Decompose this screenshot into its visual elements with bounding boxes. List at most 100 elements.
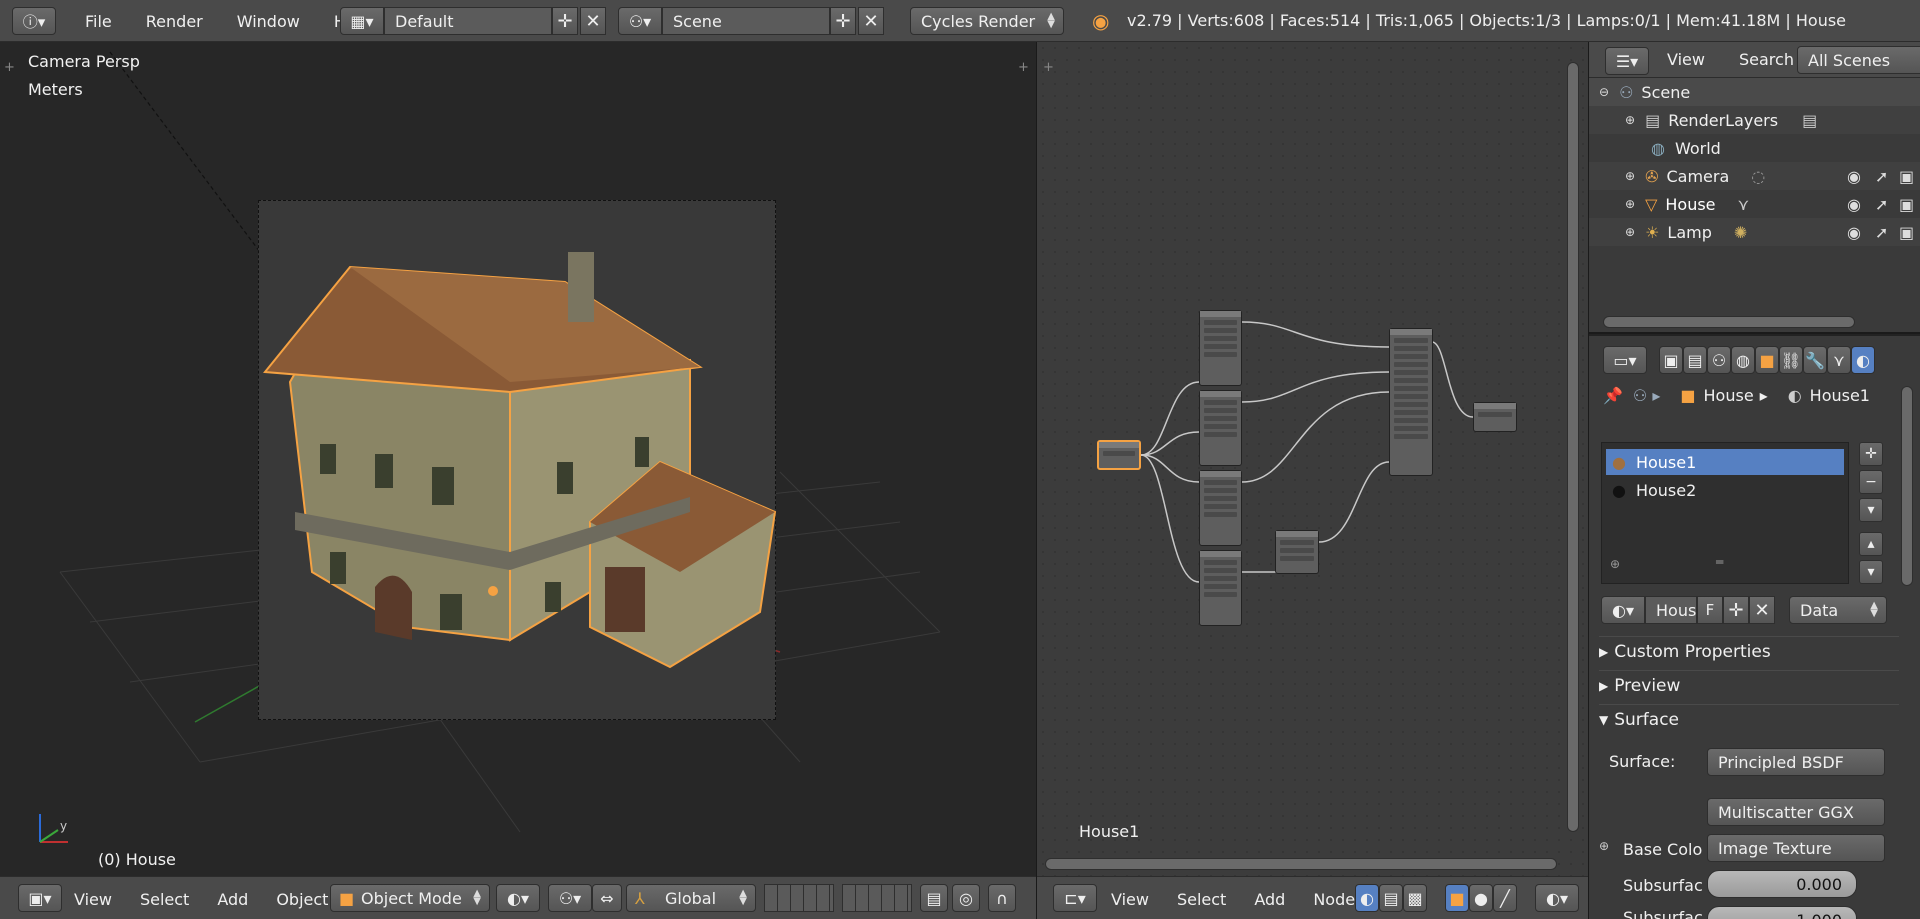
normal-map-node[interactable]	[1275, 530, 1319, 574]
material-slot[interactable]: ● House2	[1606, 477, 1844, 503]
material-slot-list[interactable]: ● House1 ● House2 ⊕ ═	[1601, 442, 1849, 584]
base-color-input[interactable]: Image Texture	[1707, 834, 1885, 862]
menu-view[interactable]: View	[1097, 890, 1163, 909]
editor-type-button[interactable]: ▭▾	[1603, 346, 1647, 374]
material-browse-button[interactable]: ◐▾	[1535, 884, 1579, 912]
world-tab-icon[interactable]: ◍	[1731, 346, 1755, 374]
shader-object-button[interactable]: ■	[1445, 884, 1469, 912]
outliner-item-lamp[interactable]: ⊕ ☀ Lamp ✺ ◉ ➚ ▣	[1589, 218, 1920, 246]
menu-file[interactable]: File	[68, 0, 129, 42]
display-mode-dropdown[interactable]: All Scenes	[1797, 46, 1920, 74]
eye-icon[interactable]: ◉	[1847, 223, 1861, 242]
subsurface2-field[interactable]: 1.000	[1707, 906, 1857, 919]
scene-tab-icon[interactable]: ⚇	[1707, 346, 1731, 374]
screen-layout-button[interactable]: ▦▾	[340, 7, 384, 35]
remove-slot-button[interactable]: −	[1859, 470, 1883, 494]
3d-viewport[interactable]: Camera Persp Meters + + y (0) House	[0, 42, 1036, 876]
menu-view[interactable]: View	[60, 890, 126, 909]
delete-layout-button[interactable]: ✕	[580, 7, 606, 35]
uv-map-node[interactable]	[1097, 440, 1141, 470]
constraints-tab-icon[interactable]: ⛓	[1779, 346, 1803, 374]
material-name-field[interactable]: Hous	[1645, 596, 1697, 624]
render-tab-icon[interactable]: ▣	[1659, 346, 1683, 374]
shader-world-button[interactable]: ●	[1469, 884, 1493, 912]
properties-scrollbar[interactable]	[1901, 386, 1913, 586]
subsurface-field[interactable]: 0.000	[1707, 870, 1857, 898]
snap-button[interactable]: ∩	[988, 884, 1016, 912]
render-icon[interactable]: ▣	[1899, 167, 1914, 186]
house-model[interactable]	[0, 42, 1036, 876]
menu-select[interactable]: Select	[126, 890, 203, 909]
screen-layout-field[interactable]: Default	[384, 7, 552, 35]
outliner-item-camera[interactable]: ⊕ ✇ Camera ◌ ◉ ➚ ▣	[1589, 162, 1920, 190]
principled-bsdf-node[interactable]	[1389, 328, 1433, 476]
node-editor[interactable]: + House1	[1037, 42, 1588, 876]
orientation-dropdown[interactable]: ⅄ Global ▲ ▼	[626, 884, 756, 912]
add-slot-button[interactable]: ✛	[1859, 442, 1883, 466]
expand-icon[interactable]: ⊕	[1625, 169, 1635, 183]
eye-icon[interactable]: ◉	[1847, 195, 1861, 214]
layer-buttons[interactable]	[764, 884, 834, 912]
manipulator-button[interactable]: ⇔	[592, 884, 622, 912]
image-texture-node[interactable]	[1199, 390, 1242, 466]
resize-handle-icon[interactable]: ═	[1716, 555, 1723, 569]
image-texture-node[interactable]	[1199, 470, 1242, 546]
horizontal-scrollbar[interactable]	[1045, 858, 1557, 870]
expand-icon[interactable]: ⊕	[1625, 113, 1635, 127]
menu-search[interactable]: Search	[1725, 50, 1808, 69]
outliner[interactable]: ☰▾ View Search All Scenes ⊖ ⚇ Scene ⊕ ▤ …	[1589, 42, 1920, 332]
mode-dropdown[interactable]: ■ Object Mode ▲ ▼	[330, 884, 490, 912]
menu-window[interactable]: Window	[220, 0, 317, 42]
menu-add[interactable]: Add	[1240, 890, 1299, 909]
vertical-scrollbar[interactable]	[1567, 62, 1579, 832]
info-editor-type-button[interactable]: ⓘ▾	[12, 7, 56, 35]
delete-scene-button[interactable]: ✕	[858, 7, 884, 35]
menu-select[interactable]: Select	[1163, 890, 1240, 909]
collapse-icon[interactable]: ⊖	[1599, 85, 1609, 99]
expand-icon[interactable]: ⊕	[1625, 197, 1635, 211]
object-tab-icon[interactable]: ■	[1755, 346, 1779, 374]
scene-field[interactable]: Scene	[662, 7, 830, 35]
outliner-item-house[interactable]: ⊕ ▽ House ⋎ ◉ ➚ ▣	[1589, 190, 1920, 218]
outliner-scrollbar[interactable]	[1603, 316, 1855, 328]
cursor-icon[interactable]: ➚	[1875, 167, 1888, 186]
outliner-item-world[interactable]: ◍ World	[1589, 134, 1920, 162]
pin-icon[interactable]: 📌	[1603, 386, 1623, 405]
cursor-icon[interactable]: ➚	[1875, 223, 1888, 242]
menu-render[interactable]: Render	[129, 0, 220, 42]
render-icon[interactable]: ▣	[1899, 195, 1914, 214]
menu-view[interactable]: View	[1653, 50, 1719, 69]
proportional-button[interactable]: ◎	[952, 884, 980, 912]
shader-brush-button[interactable]: ╱	[1493, 884, 1517, 912]
material-browse-button[interactable]: ◐▾	[1601, 596, 1645, 624]
link-dropdown[interactable]: Data ▲ ▼	[1789, 596, 1887, 624]
renderlayers-tab-icon[interactable]: ▤	[1683, 346, 1707, 374]
eye-icon[interactable]: ◉	[1847, 167, 1861, 186]
new-material-button[interactable]: ✛	[1723, 596, 1749, 624]
outliner-item-scene[interactable]: ⊖ ⚇ Scene	[1589, 78, 1920, 106]
shader-type-object-button[interactable]: ◐	[1355, 884, 1379, 912]
material-output-node[interactable]	[1473, 402, 1517, 432]
scene-browse-button[interactable]: ⚇▾	[618, 7, 662, 35]
render-engine-dropdown[interactable]: Cycles Render ▲ ▼	[910, 7, 1064, 35]
expand-icon[interactable]: ⊕	[1625, 225, 1635, 239]
link-input-icon[interactable]: ⊕	[1599, 839, 1609, 853]
panel-custom-properties[interactable]: ▶ Custom Properties	[1599, 636, 1899, 666]
distribution-dropdown[interactable]: Multiscatter GGX	[1707, 798, 1885, 826]
cursor-icon[interactable]: ➚	[1875, 195, 1888, 214]
fake-user-button[interactable]: F	[1697, 596, 1723, 624]
material-slot[interactable]: ● House1	[1606, 449, 1844, 475]
panel-preview[interactable]: ▶ Preview	[1599, 670, 1899, 700]
modifiers-tab-icon[interactable]: 🔧	[1803, 346, 1827, 374]
surface-shader-dropdown[interactable]: Principled BSDF	[1707, 748, 1885, 776]
add-layout-button[interactable]: ✛	[552, 7, 578, 35]
slot-specials-button[interactable]: ▾	[1859, 498, 1883, 522]
lock-button[interactable]: ▤	[920, 884, 948, 912]
editor-type-button[interactable]: ☰▾	[1605, 47, 1649, 75]
move-slot-up-button[interactable]: ▴	[1859, 532, 1883, 556]
data-tab-icon[interactable]: ⋎	[1827, 346, 1851, 374]
properties-editor[interactable]: ▭▾ ▣ ▤ ⚇ ◍ ■ ⛓ 🔧 ⋎ ◐ 📌 ⚇ ▸ ■ House ▸ ◐ H…	[1589, 334, 1920, 919]
render-icon[interactable]: ▣	[1899, 223, 1914, 242]
pivot-button[interactable]: ⚇▾	[548, 884, 592, 912]
shading-button[interactable]: ◐▾	[496, 884, 540, 912]
